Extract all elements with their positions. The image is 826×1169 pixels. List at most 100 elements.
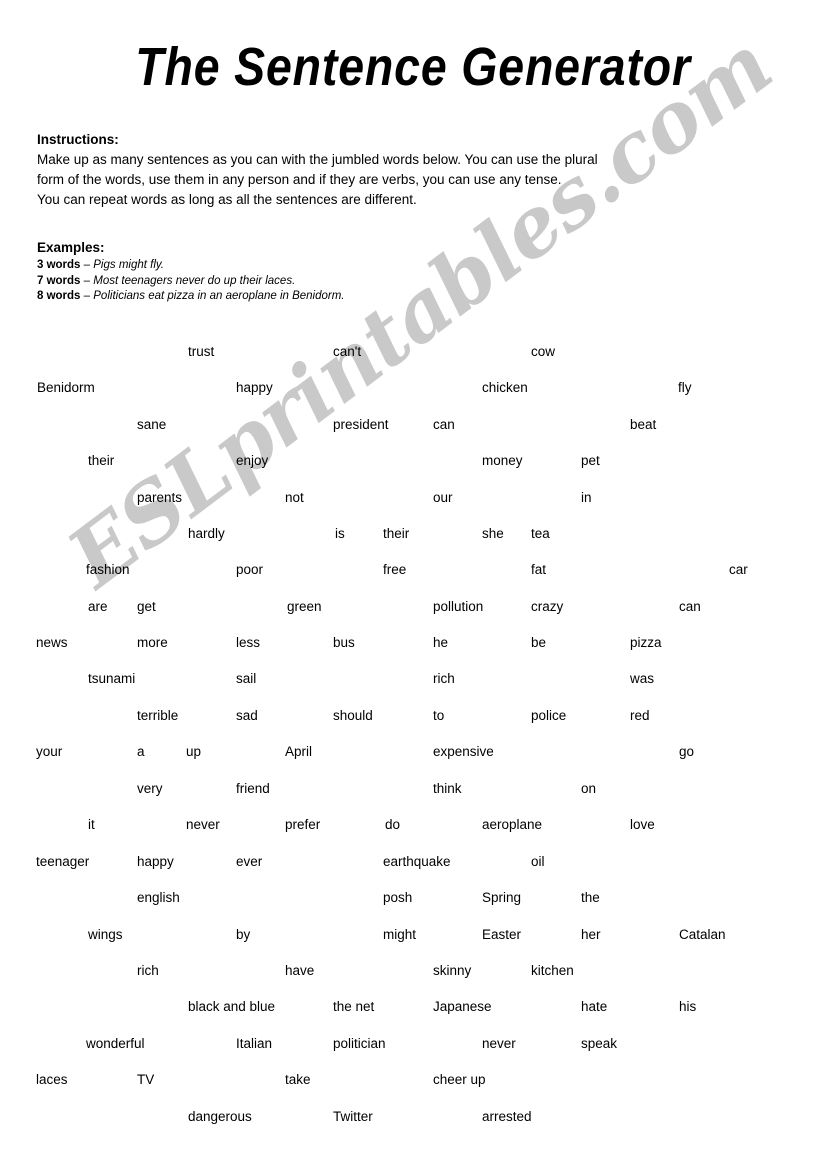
jumbled-word: happy (137, 854, 174, 869)
jumbled-word: our (433, 490, 453, 505)
examples-heading: Examples: (37, 240, 105, 255)
jumbled-word: the (581, 890, 600, 905)
example-sentence: Politicians eat pizza in an aeroplane in… (93, 290, 345, 302)
example-dash: – (80, 274, 94, 287)
jumbled-word: sad (236, 708, 258, 723)
jumbled-word: go (679, 744, 695, 759)
page-title: The Sentence Generator (135, 37, 691, 97)
jumbled-word: Catalan (679, 927, 726, 942)
jumbled-word: think (433, 781, 462, 796)
jumbled-word: happy (236, 380, 273, 395)
jumbled-word: news (36, 635, 68, 650)
jumbled-word: TV (137, 1072, 155, 1087)
example-item: 3 words – Pigs might fly. (37, 258, 737, 274)
jumbled-word: hardly (188, 526, 225, 541)
jumbled-word: Twitter (333, 1109, 373, 1124)
jumbled-word: crazy (531, 599, 564, 614)
jumbled-word: enjoy (236, 453, 269, 468)
instructions-line: Make up as many sentences as you can wit… (37, 152, 598, 167)
example-item: 8 words – Politicians eat pizza in an ae… (37, 289, 737, 305)
jumbled-word: Italian (236, 1036, 273, 1051)
jumbled-word: not (285, 490, 304, 505)
jumbled-word: speak (581, 1036, 618, 1051)
jumbled-word: Easter (482, 927, 522, 942)
jumbled-word: in (581, 490, 592, 505)
jumbled-word: the net (333, 999, 375, 1014)
jumbled-word: tsunami (88, 671, 136, 686)
jumbled-word: their (383, 526, 410, 541)
jumbled-word: fashion (86, 562, 130, 577)
jumbled-word: a (137, 744, 145, 759)
jumbled-word: she (482, 526, 504, 541)
jumbled-word: fly (678, 380, 692, 395)
jumbled-word: dangerous (188, 1109, 252, 1124)
jumbled-word: by (236, 927, 251, 942)
jumbled-word: should (333, 708, 373, 723)
example-item: 7 words – Most teenagers never do up the… (37, 274, 737, 290)
example-sentence: Pigs might fly. (93, 259, 164, 271)
jumbled-word: love (630, 817, 655, 832)
jumbled-word: might (383, 927, 417, 942)
example-dash: – (80, 290, 94, 302)
jumbled-word: take (285, 1072, 311, 1087)
instructions-section: Instructions: Make up as many sentences … (37, 130, 777, 210)
jumbled-word: on (581, 781, 597, 796)
jumbled-word: wings (88, 927, 123, 942)
jumbled-word: more (137, 635, 168, 650)
jumbled-word: sail (236, 671, 257, 686)
jumbled-word: friend (236, 781, 270, 796)
jumbled-word: cheer up (433, 1072, 486, 1087)
jumbled-word: kitchen (531, 963, 574, 978)
jumbled-word: your (36, 744, 63, 759)
jumbled-word: is (335, 526, 345, 541)
jumbled-word: cow (531, 344, 556, 359)
jumbled-word: was (630, 671, 655, 686)
examples-section: Examples: 3 words – Pigs might fly. 7 wo… (37, 238, 737, 305)
jumbled-word: fat (531, 562, 547, 577)
jumbled-word: poor (236, 562, 264, 577)
jumbled-word: president (333, 417, 389, 432)
instructions-line: You can repeat words as long as all the … (37, 192, 417, 207)
jumbled-word: green (287, 599, 322, 614)
jumbled-word: he (433, 635, 449, 650)
jumbled-word: teenager (36, 854, 90, 869)
jumbled-word: rich (137, 963, 159, 978)
jumbled-word: trust (188, 344, 215, 359)
jumbled-word: rich (433, 671, 455, 686)
jumbled-word: skinny (433, 963, 472, 978)
jumbled-word: laces (36, 1072, 68, 1087)
jumbled-word: arrested (482, 1109, 532, 1124)
jumbled-word: hate (581, 999, 608, 1014)
example-dash: – (80, 259, 94, 271)
jumbled-word: oil (531, 854, 545, 869)
example-sentence: Most teenagers never do up their laces. (93, 274, 296, 287)
jumbled-word: red (630, 708, 650, 723)
jumbled-word: to (433, 708, 445, 723)
jumbled-word: politician (333, 1036, 386, 1051)
jumbled-word: black and blue (188, 999, 276, 1014)
jumbled-word: money (482, 453, 523, 468)
jumbled-word: get (137, 599, 156, 614)
jumbled-word: aeroplane (482, 817, 543, 832)
jumbled-word: chicken (482, 380, 528, 395)
title-container: The Sentence Generator (0, 40, 826, 94)
jumbled-word: do (385, 817, 401, 832)
jumbled-word: pollution (433, 599, 484, 614)
jumbled-word: terrible (137, 708, 179, 723)
jumbled-word: bus (333, 635, 355, 650)
jumbled-word: can (433, 417, 455, 432)
jumbled-word: parents (137, 490, 183, 505)
jumbled-word: beat (630, 417, 657, 432)
example-word-count: 8 words (37, 290, 81, 302)
jumbled-word: less (236, 635, 261, 650)
instructions-line: form of the words, use them in any perso… (37, 172, 562, 187)
jumbled-word: his (679, 999, 697, 1014)
jumbled-word: Benidorm (37, 380, 95, 395)
jumbled-word: her (581, 927, 601, 942)
jumbled-word: tea (531, 526, 550, 541)
jumbled-word: sane (137, 417, 167, 432)
jumbled-word: english (137, 890, 180, 905)
jumbled-word: police (531, 708, 567, 723)
jumbled-word: pizza (630, 635, 662, 650)
instructions-heading: Instructions: (37, 132, 119, 147)
